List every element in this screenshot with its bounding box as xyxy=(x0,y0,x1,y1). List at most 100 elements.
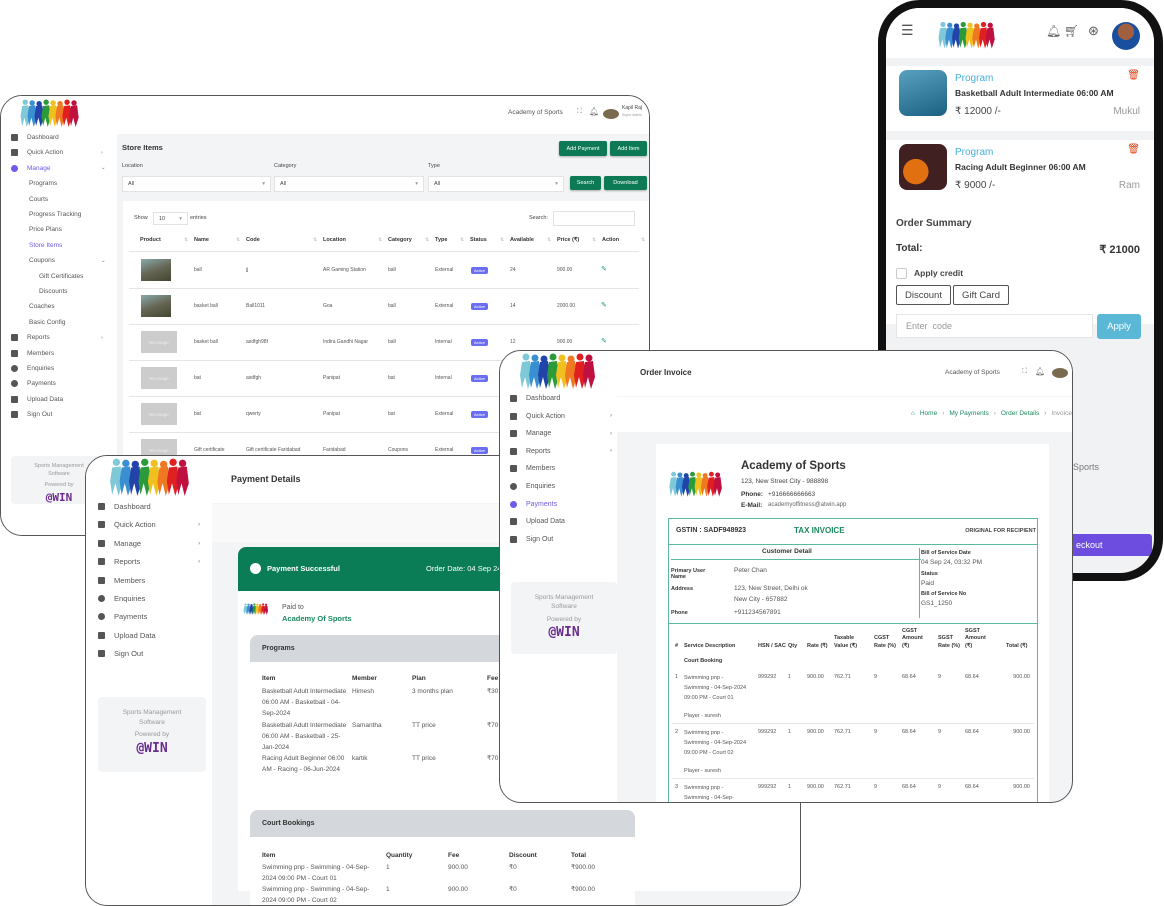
sidebar-item-label: Reports xyxy=(27,334,50,342)
entries-select[interactable]: 10 xyxy=(153,212,188,225)
status: Paid xyxy=(921,580,935,587)
breadcrumb-order-details[interactable]: Order Details xyxy=(1001,410,1039,417)
avatar[interactable] xyxy=(603,109,619,119)
column-header-price[interactable]: Price (₹) xyxy=(557,237,579,243)
sidebar-item-enquiries[interactable]: Enquiries xyxy=(11,365,54,372)
discount-button[interactable]: Discount xyxy=(896,285,951,305)
avatar[interactable] xyxy=(1052,368,1068,378)
sidebar-item-payments[interactable]: Payments xyxy=(510,500,557,508)
search-button[interactable]: Search xyxy=(570,176,601,190)
edit-icon[interactable]: ✎ xyxy=(601,265,607,273)
column-header-code[interactable]: Code xyxy=(246,237,260,243)
column-header-category[interactable]: Category xyxy=(388,237,412,243)
breadcrumb-home[interactable]: Home xyxy=(920,410,937,417)
header-divider xyxy=(129,251,639,252)
reports-icon xyxy=(98,558,105,566)
sidebar-item-upload-data[interactable]: Upload Data xyxy=(11,395,63,403)
sidebar-item-price-plans[interactable]: Price Plans xyxy=(29,226,62,233)
add-payment-button[interactable]: Add Payment xyxy=(559,141,607,156)
breadcrumb-my-payments[interactable]: My Payments xyxy=(949,410,988,417)
paid-to-label: Paid to xyxy=(282,604,304,611)
cart-item-image xyxy=(899,70,947,116)
sidebar-item-quick-action[interactable]: Quick Action › xyxy=(98,520,200,529)
apply-credit-checkbox[interactable] xyxy=(896,268,907,279)
sidebar-item-programs[interactable]: Programs xyxy=(29,180,57,187)
entries-label: entries xyxy=(190,215,207,221)
column-header-available[interactable]: Available xyxy=(510,237,534,243)
sidebar-item-label: Enquiries xyxy=(526,483,556,490)
delete-icon[interactable]: 🗑︎ xyxy=(1127,70,1140,81)
org-selector[interactable]: Academy of Sports xyxy=(508,109,563,116)
cart-icon[interactable]: 🛒︎ xyxy=(1064,24,1079,38)
column-header-location[interactable]: Location xyxy=(323,237,346,243)
sidebar-item-coaches[interactable]: Coaches xyxy=(29,303,55,310)
column-header-action[interactable]: Action xyxy=(602,237,619,243)
primary-user-label: Primary User Name xyxy=(671,568,706,580)
bell-icon[interactable]: 🔔︎ xyxy=(1046,24,1061,38)
filter-select-category[interactable]: All xyxy=(274,176,424,192)
sidebar-item-reports[interactable]: Reports › xyxy=(98,557,200,566)
sidebar-item-basic-config[interactable]: Basic Config xyxy=(29,319,66,326)
fullscreen-icon[interactable]: ⛶ xyxy=(577,108,582,116)
sidebar-item-dashboard[interactable]: Dashboard xyxy=(510,395,560,402)
sidebar-item-sign-out[interactable]: Sign Out xyxy=(98,649,143,658)
download-button[interactable]: Download xyxy=(604,176,647,190)
sidebar-item-enquiries[interactable]: Enquiries xyxy=(98,594,145,603)
sidebar-item-label: Discounts xyxy=(39,288,68,295)
bell-icon[interactable]: 🔔︎ xyxy=(1035,367,1045,376)
edit-icon[interactable]: ✎ xyxy=(601,301,607,309)
sidebar-item-sign-out[interactable]: Sign Out xyxy=(510,535,553,543)
breadcrumb: ⌂ Home › My Payments › Order Details › Invoice xyxy=(911,410,1072,417)
currency-icon[interactable]: ⊛ xyxy=(1088,23,1099,39)
footer-line1: Sports Management xyxy=(534,593,594,601)
filter-select-type[interactable]: All xyxy=(428,176,564,192)
edit-icon[interactable]: ✎ xyxy=(601,337,607,345)
sidebar-item-upload-data[interactable]: Upload Data xyxy=(98,631,156,640)
column-header-status[interactable]: Status xyxy=(470,237,487,243)
sidebar-item-quick-action[interactable]: Quick Action › xyxy=(11,149,103,157)
delete-icon[interactable]: 🗑︎ xyxy=(1127,144,1140,155)
apply-button[interactable]: Apply xyxy=(1097,314,1141,339)
show-label: Show xyxy=(134,215,148,221)
add-item-button[interactable]: Add Item xyxy=(610,141,647,156)
gift-card-button[interactable]: Gift Card xyxy=(953,285,1009,305)
org-selector[interactable]: Academy of Sports xyxy=(945,369,1000,376)
sidebar-footer: Sports Management Software Powered by @WIN xyxy=(511,582,617,654)
sidebar-item-manage[interactable]: Manage ⌄ xyxy=(11,164,106,172)
discount-code-input[interactable] xyxy=(896,314,1093,338)
sidebar-item-manage[interactable]: Manage › xyxy=(98,539,200,548)
column-header-product[interactable]: Product xyxy=(140,237,161,243)
sidebar-item-progress-tracking[interactable]: Progress Tracking xyxy=(29,211,81,218)
sidebar-item-gift-certificates[interactable]: Gift Certificates xyxy=(39,273,83,280)
avatar[interactable] xyxy=(1112,22,1140,50)
hamburger-menu-icon[interactable]: ☰ xyxy=(901,22,914,39)
sidebar-item-members[interactable]: Members xyxy=(11,349,54,357)
sidebar-item-payments[interactable]: Payments xyxy=(98,612,147,621)
sidebar-item-quick-action[interactable]: Quick Action › xyxy=(510,412,612,420)
sidebar-item-sign-out[interactable]: Sign Out xyxy=(11,411,52,419)
chevron-right-icon: › xyxy=(610,413,612,420)
sidebar-item-dashboard[interactable]: Dashboard xyxy=(11,134,59,141)
sidebar-item-store-items[interactable]: Store Items xyxy=(29,242,62,249)
sidebar-item-payments[interactable]: Payments xyxy=(11,380,56,388)
sidebar-item-reports[interactable]: Reports › xyxy=(11,334,103,342)
column-header-name[interactable]: Name xyxy=(194,237,209,243)
filter-select-location[interactable]: All xyxy=(122,176,271,192)
column-header-type[interactable]: Type xyxy=(435,237,447,243)
sidebar-item-coupons[interactable]: Coupons ⌄ xyxy=(29,257,106,264)
fullscreen-icon[interactable]: ⛶ xyxy=(1022,368,1027,376)
sidebar-item-dashboard[interactable]: Dashboard xyxy=(98,502,151,511)
bell-icon[interactable]: 🔔︎ xyxy=(589,107,599,116)
sidebar-item-enquiries[interactable]: Enquiries xyxy=(510,483,555,490)
chevron-right-icon: › xyxy=(993,410,996,417)
cell-code: asdfgh xyxy=(246,375,262,381)
sidebar-item-reports[interactable]: Reports › xyxy=(510,447,612,455)
sidebar-item-members[interactable]: Members xyxy=(510,465,555,473)
sidebar-item-manage[interactable]: Manage › xyxy=(510,430,612,438)
sidebar-item-courts[interactable]: Courts xyxy=(29,196,48,203)
sidebar-item-upload-data[interactable]: Upload Data xyxy=(510,518,565,526)
sidebar-item-discounts[interactable]: Discounts xyxy=(39,288,68,295)
table-search-input[interactable] xyxy=(553,211,635,226)
sidebar-item-members[interactable]: Members xyxy=(98,576,145,585)
invoice-cell-hsn: 999292 xyxy=(758,729,777,735)
